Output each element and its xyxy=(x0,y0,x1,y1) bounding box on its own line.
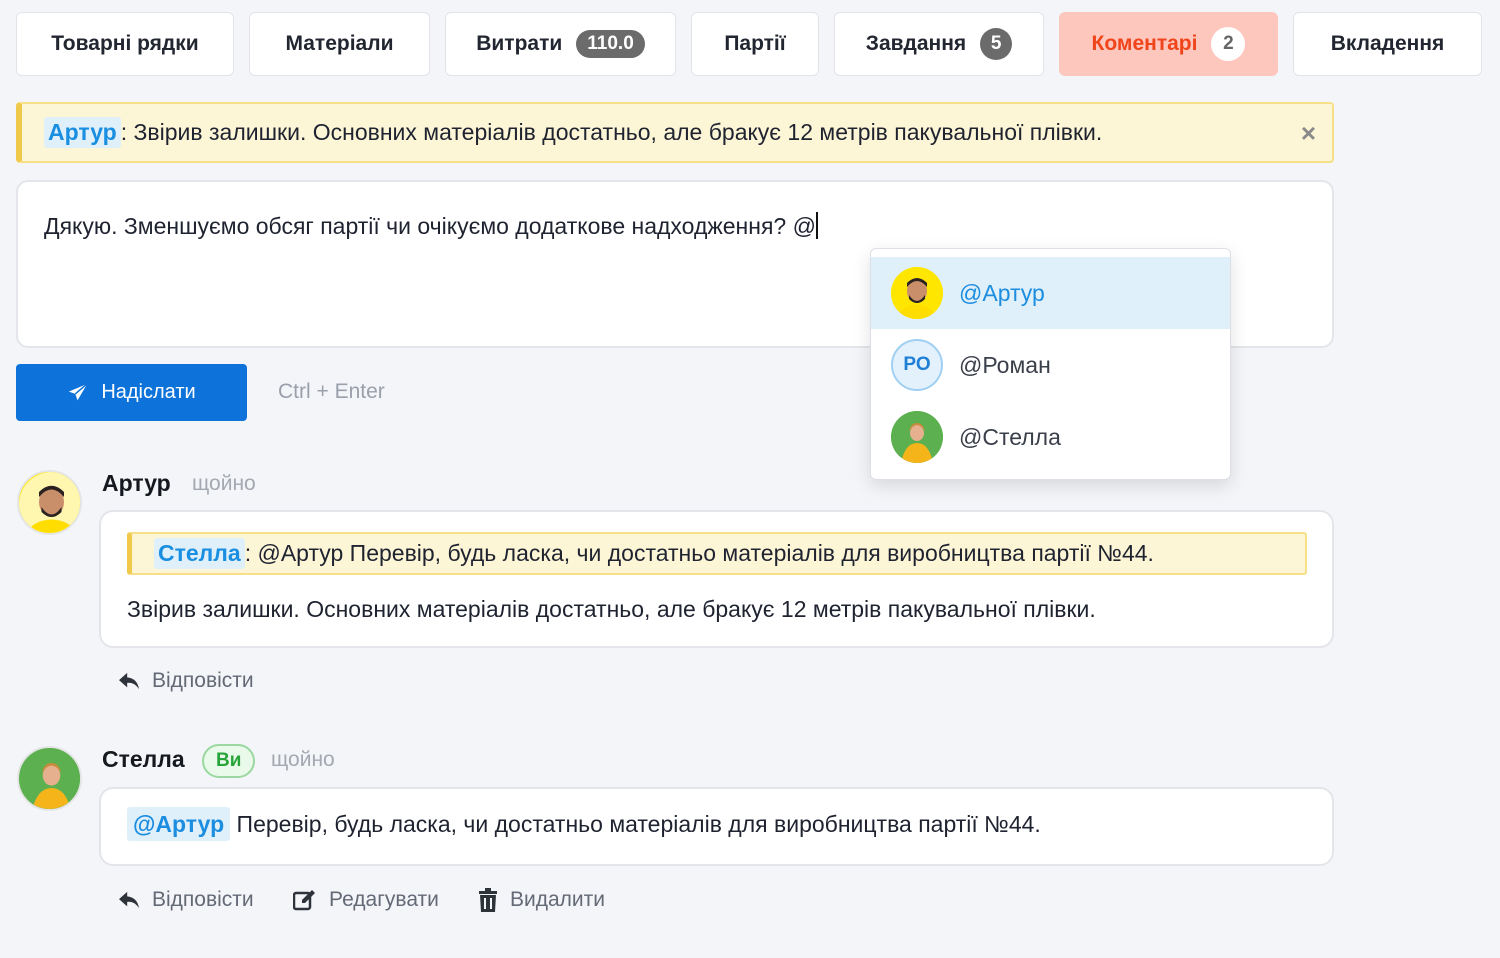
mention-option-artur[interactable]: @Артур xyxy=(871,257,1230,329)
tab-expenses[interactable]: Витрати 110.0 xyxy=(445,12,676,76)
mention-option-label: @Стелла xyxy=(959,423,1061,450)
comment-author: Артур xyxy=(102,470,171,496)
quote-text: : @Артур Перевір, будь ласка, чи достатн… xyxy=(244,540,1154,566)
comment-bubble: @Артур Перевір, будь ласка, чи достатньо… xyxy=(99,787,1334,866)
expenses-badge: 110.0 xyxy=(576,30,645,58)
delete-button[interactable]: Видалити xyxy=(478,888,605,912)
comment-author: Стелла xyxy=(102,746,185,772)
tab-materials[interactable]: Матеріали xyxy=(249,12,430,76)
comment-input-value: Дякую. Зменшуємо обсяг партії чи очікуєм… xyxy=(44,213,816,239)
mention-option-stella[interactable]: @Стелла xyxy=(871,401,1230,473)
tab-attachments[interactable]: Вкладення xyxy=(1293,12,1482,76)
reply-button[interactable]: Відповісти xyxy=(118,888,254,912)
reply-label: Відповісти xyxy=(152,669,254,692)
send-shortcut-hint: Ctrl + Enter xyxy=(278,380,385,403)
reply-text: : Звірив залишки. Основних матеріалів до… xyxy=(120,119,1103,145)
comments-count-badge: 2 xyxy=(1211,27,1246,61)
comment-time: щойно xyxy=(271,748,335,771)
edit-icon xyxy=(293,890,315,911)
avatar xyxy=(891,411,943,463)
mention-tag[interactable]: @Артур xyxy=(127,807,231,841)
reply-icon xyxy=(119,891,139,909)
text-caret xyxy=(815,212,818,239)
reply-label: Відповісти xyxy=(152,888,254,911)
paper-plane-icon xyxy=(69,382,88,400)
mention-option-label: @Роман xyxy=(959,351,1051,378)
edit-button[interactable]: Редагувати xyxy=(293,888,439,912)
comment-body-text: Перевір, будь ласка, чи достатньо матері… xyxy=(230,811,1041,837)
trash-icon xyxy=(479,888,497,912)
quote-author: Стелла xyxy=(154,538,245,569)
tab-label: Коментарі xyxy=(1091,32,1198,55)
you-badge: Ви xyxy=(202,744,256,778)
close-icon[interactable]: × xyxy=(1301,118,1316,149)
send-button-label: Надіслати xyxy=(101,381,196,403)
tab-batches[interactable]: Партії xyxy=(691,12,819,76)
tab-label: Товарні рядки xyxy=(51,32,199,55)
mention-dropdown: @Артур РО @Роман @Стелла xyxy=(870,248,1231,480)
avatar xyxy=(891,267,943,319)
tab-label: Завдання xyxy=(865,32,967,55)
tab-label: Вкладення xyxy=(1330,32,1445,55)
reply-context-bar: Артур: Звірив залишки. Основних матеріал… xyxy=(16,102,1334,163)
avatar-initials: РО xyxy=(903,354,931,375)
mention-option-roman[interactable]: РО @Роман xyxy=(871,329,1230,401)
mention-option-label: @Артур xyxy=(959,279,1045,306)
tab-label: Витрати xyxy=(476,32,563,55)
tab-product-lines[interactable]: Товарні рядки xyxy=(16,12,234,76)
send-button[interactable]: Надіслати xyxy=(16,364,247,421)
comment-time: щойно xyxy=(192,472,256,495)
reply-icon xyxy=(119,672,139,690)
edit-label: Редагувати xyxy=(329,888,439,911)
delete-label: Видалити xyxy=(510,888,606,911)
avatar: РО xyxy=(891,339,943,391)
tab-label: Матеріали xyxy=(285,32,394,55)
comment-body: @Артур Перевір, будь ласка, чи достатньо… xyxy=(127,807,1041,841)
reply-button[interactable]: Відповісти xyxy=(118,669,254,693)
quoted-comment[interactable]: Стелла: @Артур Перевір, будь ласка, чи д… xyxy=(127,532,1307,575)
reply-author: Артур xyxy=(44,117,121,148)
tab-comments[interactable]: Коментарі 2 xyxy=(1059,12,1278,76)
tab-tasks[interactable]: Завдання 5 xyxy=(834,12,1044,76)
avatar xyxy=(17,746,82,811)
avatar xyxy=(17,470,82,535)
comment-body: Звірив залишки. Основних матеріалів дост… xyxy=(127,596,1096,622)
tasks-count-badge: 5 xyxy=(980,28,1013,60)
tab-label: Партії xyxy=(724,32,786,55)
comment-bubble: Стелла: @Артур Перевір, будь ласка, чи д… xyxy=(99,510,1334,648)
